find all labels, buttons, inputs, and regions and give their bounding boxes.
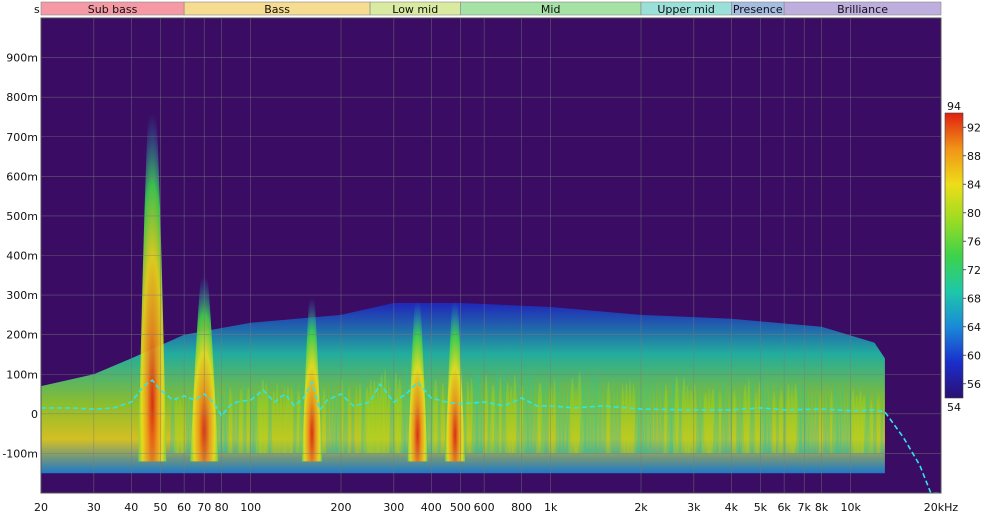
x-tick-label: 20kHz (924, 501, 959, 514)
x-tick-label: 1k (544, 501, 558, 514)
band-label: Sub bass (88, 3, 138, 16)
colorbar-tick-label: 76 (967, 235, 981, 248)
waterfall-chart: Sub bass Bass Low mid Mid Upper mid Presence B… (2, 1, 981, 514)
x-tick-label: 100 (240, 501, 261, 514)
y-tick-label: 900m (6, 52, 38, 65)
y-tick-label: -100m (2, 447, 38, 460)
frequency-bands: Sub bass Bass Low mid Mid Upper mid Presence B… (40, 1, 942, 16)
x-tick-label: 500 (450, 501, 471, 514)
colorbar-tick-label: 72 (967, 264, 981, 277)
band-label: Brilliance (837, 3, 888, 16)
colorbar-min-label: 54 (947, 401, 961, 414)
x-tick-label: 30 (87, 501, 101, 514)
y-tick-label: 800m (6, 91, 38, 104)
x-tick-label: 10k (841, 501, 862, 514)
x-tick-label: 60 (177, 501, 191, 514)
x-tick-label: 40 (124, 501, 138, 514)
x-tick-label: 80 (215, 501, 229, 514)
x-tick-label: 6k (777, 501, 791, 514)
band-label: Bass (264, 3, 290, 16)
x-tick-label: 200 (331, 501, 352, 514)
colorbar-tick-label: 64 (967, 321, 981, 334)
y-tick-label: 400m (6, 250, 38, 263)
x-tick-label: 20 (34, 501, 48, 514)
colorbar-tick-label: 80 (967, 207, 981, 220)
x-axis: 20 30 40 50 60 70 80 100 200 300 400 500 600 800 1k 2k 3… (34, 501, 958, 514)
x-tick-label: 3k (687, 501, 701, 514)
x-tick-label: 70 (197, 501, 211, 514)
x-tick-label: 5k (754, 501, 768, 514)
y-tick-label: 700m (6, 131, 38, 144)
y-axis-unit-label: s (34, 3, 40, 16)
x-tick-label: 50 (153, 501, 167, 514)
colorbar-tick-label: 68 (967, 292, 981, 305)
y-tick-label: 0 (31, 408, 38, 421)
colorbar-tick-label: 92 (967, 121, 981, 134)
colorbar-tick-label: 60 (967, 349, 981, 362)
y-tick-label: 300m (6, 289, 38, 302)
band-label: Low mid (392, 3, 438, 16)
colorbar-max-label: 94 (947, 100, 961, 113)
y-tick-label: 500m (6, 210, 38, 223)
colorbar-tick-label: 84 (967, 178, 981, 191)
y-tick-label: 100m (6, 368, 38, 381)
colorbar: 56 60 64 68 72 76 80 84 88 92 94 54 (944, 100, 981, 414)
y-axis: -100m 0 100m 200m 300m 400m 500m 600m 700m 800m 90… (2, 52, 38, 461)
x-tick-label: 8k (815, 501, 829, 514)
x-tick-label: 7k (798, 501, 812, 514)
x-tick-label: 2k (634, 501, 648, 514)
colorbar-tick-label: 88 (967, 150, 981, 163)
band-label: Presence (733, 3, 783, 16)
x-tick-label: 600 (474, 501, 495, 514)
colorbar-tick-label: 56 (967, 378, 981, 391)
band-label: Upper mid (657, 3, 715, 16)
x-tick-label: 300 (383, 501, 404, 514)
x-tick-label: 400 (421, 501, 442, 514)
colorbar-scale (944, 112, 964, 399)
x-tick-label: 800 (511, 501, 532, 514)
y-tick-label: 600m (6, 170, 38, 183)
y-tick-label: 200m (6, 329, 38, 342)
band-label: Mid (541, 3, 561, 16)
x-tick-label: 4k (725, 501, 739, 514)
